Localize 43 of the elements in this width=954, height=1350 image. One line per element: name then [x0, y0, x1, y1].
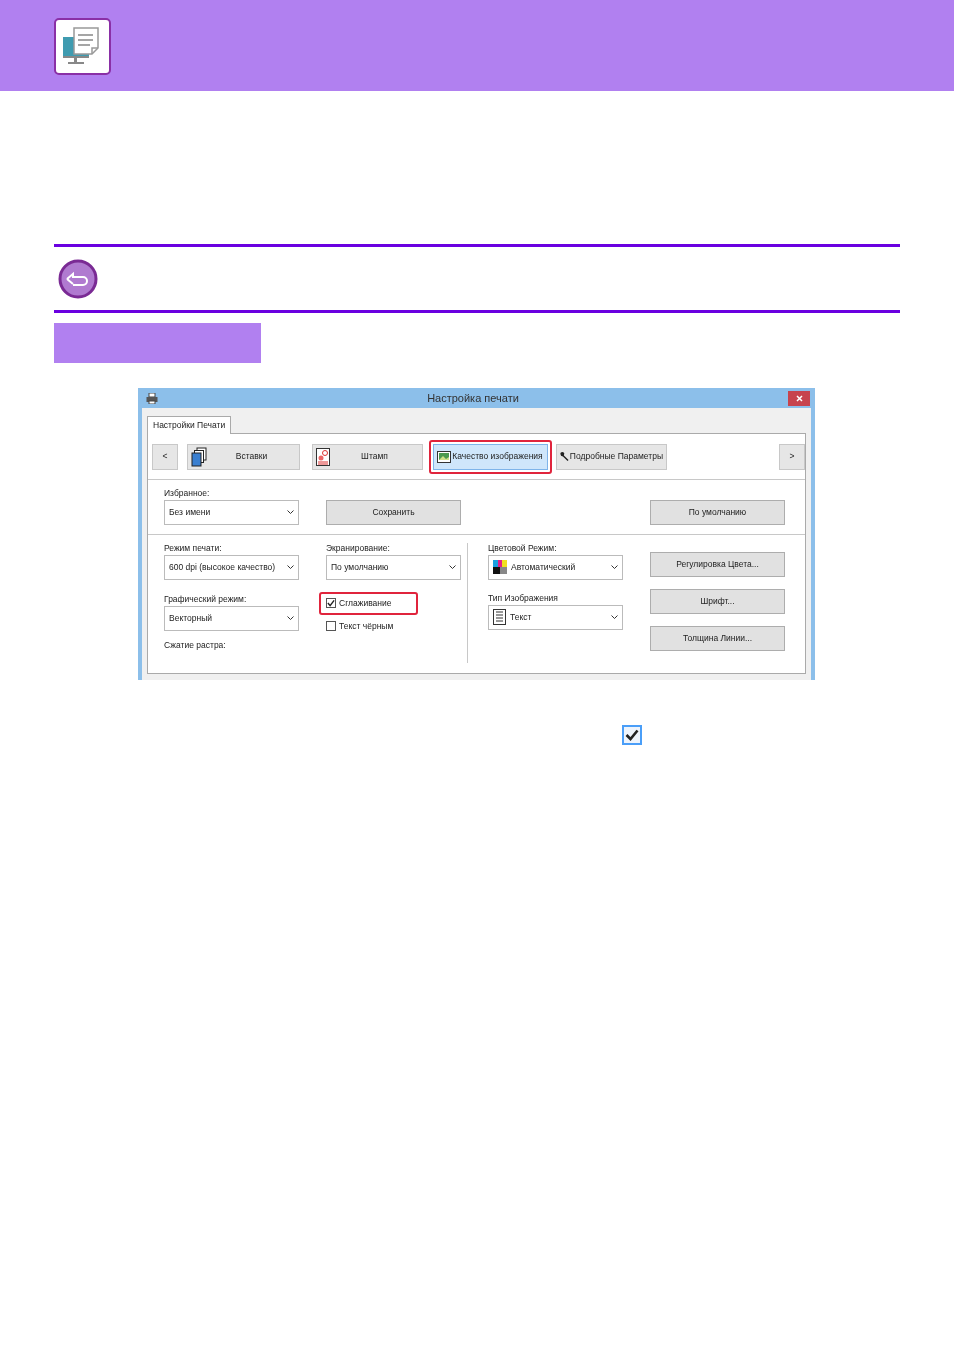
field-label: Графический режим:: [164, 593, 248, 605]
checkbox[interactable]: Текст чёрным: [326, 619, 454, 633]
default-button[interactable]: По умолчанию: [650, 499, 785, 525]
toolbar-tab[interactable]: Штамп: [312, 443, 423, 470]
chevron-down-icon: [287, 564, 294, 570]
image-icon: [437, 450, 451, 463]
chevron-down-icon: [287, 509, 294, 515]
next-button[interactable]: >: [779, 443, 805, 470]
app-logo-icon: [54, 18, 111, 75]
option-button[interactable]: Регулировка Цвета...: [650, 551, 785, 577]
dialog-title: Настройка печати: [426, 390, 520, 406]
option-button[interactable]: Шрифт...: [650, 588, 785, 614]
option-button[interactable]: Толщина Линии...: [650, 625, 785, 651]
printer-icon: [146, 392, 158, 404]
graphics-mode-dropdown[interactable]: Векторный: [164, 605, 299, 631]
field-label: Экранирование:: [326, 542, 391, 554]
color-squares-icon: [493, 560, 507, 575]
favorites-dropdown[interactable]: Без имени: [164, 499, 299, 525]
field-label: Режим печати:: [164, 542, 223, 554]
chevron-down-icon: [287, 615, 294, 621]
print-mode-dropdown[interactable]: 600 dpi (высокое качество): [164, 554, 299, 580]
close-icon: [795, 394, 803, 402]
color-mode-dropdown[interactable]: Автоматический: [488, 554, 623, 580]
document-icon: [493, 609, 506, 626]
previous-button[interactable]: <: [152, 443, 178, 470]
field-label: Цветовой Режим:: [488, 542, 558, 554]
image-type-dropdown[interactable]: Текст: [488, 604, 623, 630]
screening-dropdown[interactable]: По умолчанию: [326, 554, 461, 580]
tab[interactable]: Настройки Печати: [147, 416, 232, 434]
field-label: Сжатие растра:: [164, 639, 227, 651]
field-label: Избранное:: [164, 487, 211, 499]
field-label: Тип Изображения: [488, 592, 559, 604]
close-button[interactable]: [788, 390, 810, 406]
chevron-down-icon: [449, 564, 456, 570]
pages-icon: [191, 446, 207, 467]
toolbar-tab[interactable]: Подробные Параметры: [556, 443, 667, 470]
toolbar-tab[interactable]: Вставки: [187, 443, 300, 470]
save-button[interactable]: Сохранить: [326, 499, 461, 525]
chevron-down-icon: [611, 614, 618, 620]
chevron-down-icon: [611, 564, 618, 570]
checkmark-icon: [327, 599, 335, 608]
stamp-document-icon: [316, 447, 330, 466]
toolbar-tab[interactable]: Качество изображения: [433, 443, 548, 470]
